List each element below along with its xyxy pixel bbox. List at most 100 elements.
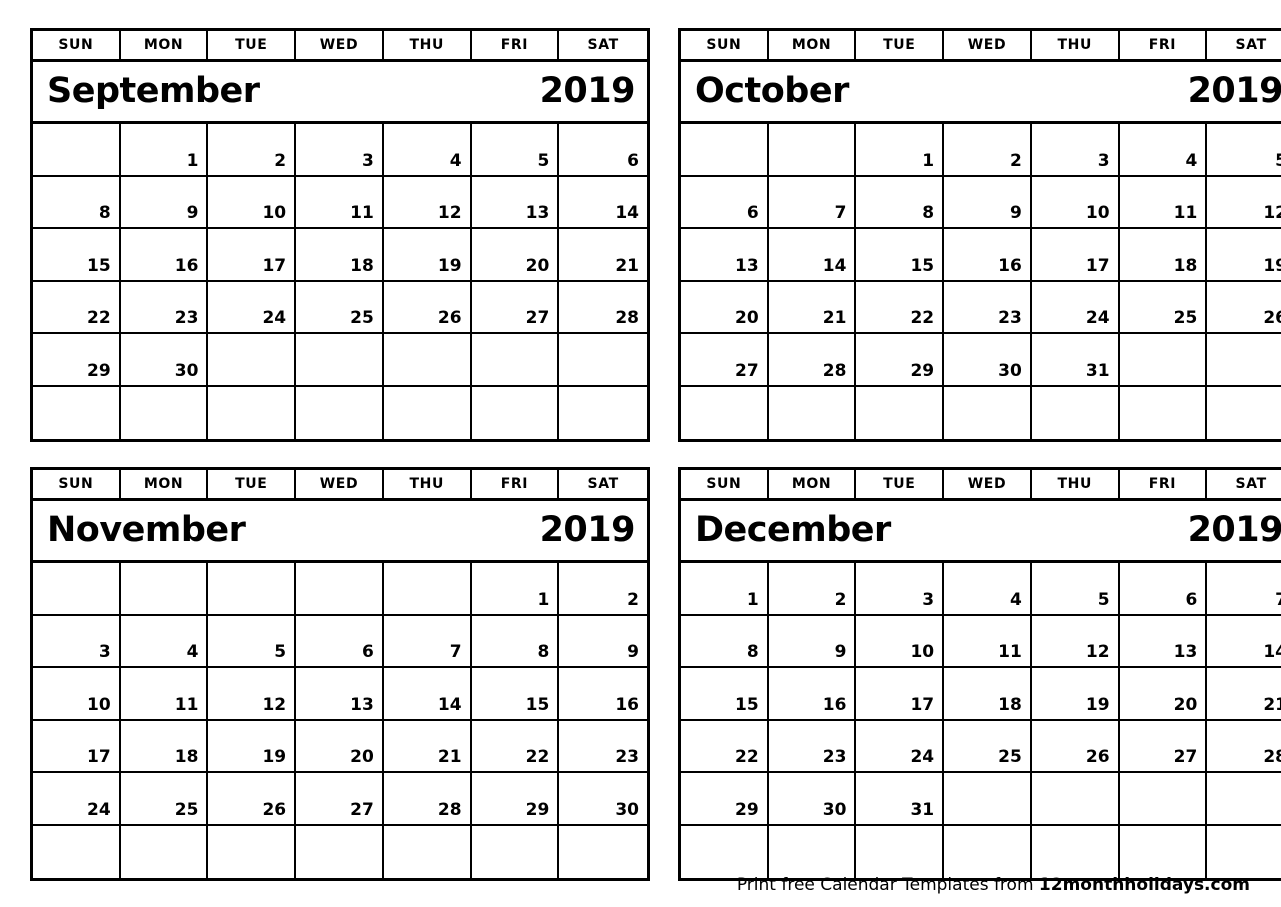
day-cell[interactable]: 29	[472, 773, 560, 824]
day-cell[interactable]: 5	[1207, 124, 1281, 175]
day-cell[interactable]: 20	[296, 720, 384, 771]
day-cell[interactable]: 4	[121, 615, 209, 666]
day-cell[interactable]: 27	[681, 334, 769, 385]
day-cell-empty[interactable]	[208, 825, 297, 878]
day-cell[interactable]: 11	[944, 615, 1032, 666]
day-cell-empty[interactable]	[296, 563, 384, 614]
day-cell[interactable]: 3	[33, 615, 121, 666]
day-cell-empty[interactable]	[472, 334, 560, 385]
day-cell[interactable]: 7	[1207, 563, 1281, 614]
day-cell-empty[interactable]	[856, 386, 945, 439]
day-cell-empty[interactable]	[296, 386, 384, 439]
day-cell[interactable]: 21	[384, 720, 472, 771]
day-cell[interactable]: 17	[208, 229, 297, 280]
day-cell[interactable]: 26	[1032, 720, 1120, 771]
day-cell-empty[interactable]	[681, 386, 769, 439]
day-cell-empty[interactable]	[1207, 387, 1281, 440]
day-cell[interactable]: 1	[856, 124, 945, 175]
day-cell[interactable]: 24	[33, 773, 121, 824]
day-cell[interactable]: 6	[296, 615, 384, 666]
day-cell-empty[interactable]	[559, 826, 647, 879]
day-cell[interactable]: 22	[856, 281, 945, 332]
day-cell[interactable]: 3	[1032, 124, 1120, 175]
day-cell[interactable]: 29	[681, 773, 769, 824]
day-cell[interactable]: 4	[944, 563, 1032, 614]
day-cell[interactable]: 4	[1120, 124, 1208, 175]
day-cell[interactable]: 10	[208, 176, 297, 227]
day-cell-empty[interactable]	[384, 386, 472, 439]
day-cell[interactable]: 22	[472, 720, 560, 771]
day-cell[interactable]: 26	[384, 281, 472, 332]
day-cell[interactable]: 2	[559, 563, 647, 614]
day-cell-empty[interactable]	[472, 386, 560, 439]
day-cell[interactable]: 11	[1120, 176, 1208, 227]
day-cell[interactable]: 12	[1032, 615, 1120, 666]
day-cell[interactable]: 28	[559, 282, 647, 333]
day-cell-empty[interactable]	[856, 825, 945, 878]
day-cell[interactable]: 25	[944, 720, 1032, 771]
day-cell[interactable]: 11	[121, 668, 209, 719]
day-cell[interactable]: 5	[208, 615, 297, 666]
day-cell[interactable]: 20	[472, 229, 560, 280]
footer-brand-link[interactable]: 12monthholidays.com	[1039, 875, 1250, 895]
day-cell[interactable]: 10	[33, 668, 121, 719]
day-cell[interactable]: 23	[121, 281, 209, 332]
day-cell[interactable]: 22	[33, 281, 121, 332]
day-cell[interactable]: 2	[944, 124, 1032, 175]
day-cell[interactable]: 13	[1120, 615, 1208, 666]
day-cell-empty[interactable]	[769, 825, 857, 878]
day-cell[interactable]: 10	[856, 615, 945, 666]
day-cell-empty[interactable]	[1120, 773, 1208, 824]
day-cell[interactable]: 9	[769, 615, 857, 666]
day-cell[interactable]: 28	[1207, 721, 1281, 772]
day-cell-empty[interactable]	[1032, 386, 1120, 439]
day-cell-empty[interactable]	[33, 825, 121, 878]
day-cell[interactable]: 15	[681, 668, 769, 719]
day-cell[interactable]: 3	[296, 124, 384, 175]
day-cell[interactable]: 9	[559, 616, 647, 667]
day-cell-empty[interactable]	[121, 825, 209, 878]
day-cell[interactable]: 24	[856, 720, 945, 771]
day-cell[interactable]: 30	[769, 773, 857, 824]
day-cell[interactable]: 24	[1032, 281, 1120, 332]
day-cell[interactable]: 16	[944, 229, 1032, 280]
day-cell[interactable]: 30	[121, 334, 209, 385]
day-cell[interactable]: 14	[769, 229, 857, 280]
day-cell[interactable]: 1	[681, 563, 769, 614]
day-cell[interactable]: 23	[559, 721, 647, 772]
day-cell-empty[interactable]	[208, 386, 297, 439]
day-cell-empty[interactable]	[1207, 826, 1281, 879]
day-cell[interactable]: 16	[559, 668, 647, 719]
day-cell[interactable]: 27	[1120, 720, 1208, 771]
day-cell[interactable]: 17	[1032, 229, 1120, 280]
day-cell-empty[interactable]	[384, 563, 472, 614]
day-cell[interactable]: 8	[472, 615, 560, 666]
day-cell[interactable]: 31	[856, 773, 945, 824]
day-cell[interactable]: 19	[1207, 229, 1281, 280]
day-cell-empty[interactable]	[944, 773, 1032, 824]
day-cell[interactable]: 12	[1207, 177, 1281, 228]
day-cell[interactable]: 26	[208, 773, 297, 824]
day-cell[interactable]: 2	[769, 563, 857, 614]
day-cell[interactable]: 2	[208, 124, 297, 175]
day-cell[interactable]: 7	[769, 176, 857, 227]
day-cell[interactable]: 5	[1032, 563, 1120, 614]
day-cell-empty[interactable]	[769, 124, 857, 175]
day-cell[interactable]: 11	[296, 176, 384, 227]
day-cell-empty[interactable]	[1032, 825, 1120, 878]
day-cell[interactable]: 22	[681, 720, 769, 771]
day-cell-empty[interactable]	[1207, 334, 1281, 385]
day-cell[interactable]: 1	[472, 563, 560, 614]
day-cell[interactable]: 8	[681, 615, 769, 666]
day-cell-empty[interactable]	[559, 334, 647, 385]
day-cell[interactable]: 9	[944, 176, 1032, 227]
day-cell-empty[interactable]	[1032, 773, 1120, 824]
day-cell[interactable]: 15	[33, 229, 121, 280]
day-cell[interactable]: 18	[121, 720, 209, 771]
day-cell[interactable]: 16	[769, 668, 857, 719]
day-cell[interactable]: 25	[121, 773, 209, 824]
day-cell[interactable]: 25	[1120, 281, 1208, 332]
day-cell[interactable]: 24	[208, 281, 297, 332]
day-cell[interactable]: 26	[1207, 282, 1281, 333]
day-cell-empty[interactable]	[296, 825, 384, 878]
